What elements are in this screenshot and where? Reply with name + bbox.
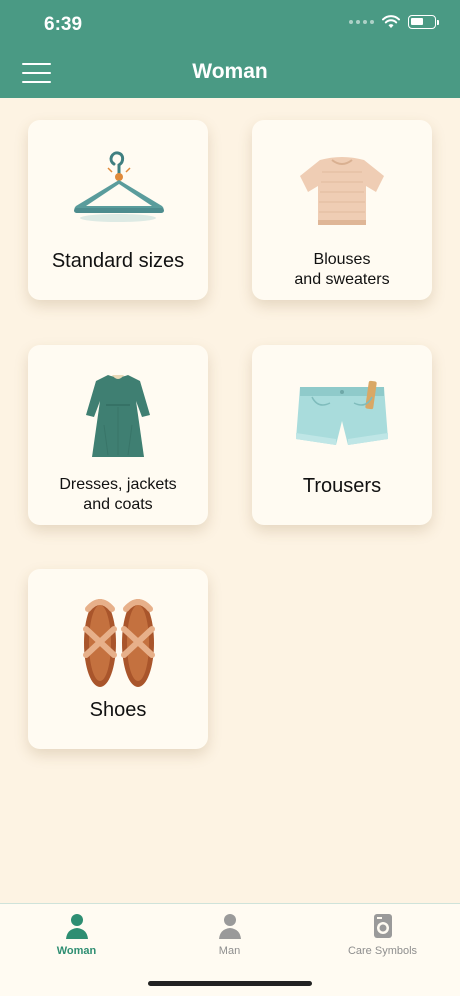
dress-icon (86, 375, 150, 457)
page-title: Woman (192, 60, 268, 83)
wifi-icon (382, 15, 400, 28)
category-label: Blouses and sweaters (294, 251, 390, 288)
washing-machine-icon (373, 914, 392, 938)
tab-man[interactable]: Man (153, 912, 306, 972)
cellular-signal-icon (349, 20, 374, 24)
status-icons (349, 15, 439, 29)
tab-care-symbols[interactable]: Care Symbols (306, 912, 459, 972)
category-card-standard-sizes[interactable]: Standard sizes (28, 120, 208, 300)
shorts-icon (296, 380, 388, 445)
category-label: Dresses, jackets and coats (59, 476, 177, 513)
category-label: Shoes (89, 699, 147, 721)
man-icon (218, 914, 241, 939)
woman-icon (65, 914, 88, 939)
home-indicator[interactable] (148, 981, 312, 986)
hanger-icon (74, 151, 164, 222)
category-card-dresses-jackets-coats[interactable]: Dresses, jackets and coats (28, 345, 208, 525)
category-label: Standard sizes (51, 250, 185, 272)
app-header: 6:39 Woman (0, 0, 460, 98)
category-card-trousers[interactable]: Trousers (252, 345, 432, 525)
sweater-icon (300, 157, 384, 225)
category-card-shoes[interactable]: Shoes (28, 569, 208, 749)
battery-icon (408, 15, 439, 29)
category-card-blouses-and-sweaters[interactable]: Blouses and sweaters (252, 120, 432, 300)
status-time: 6:39 (44, 14, 83, 35)
tab-woman[interactable]: Woman (0, 912, 153, 972)
category-label: Trousers (302, 475, 382, 497)
sandals-icon (83, 599, 155, 687)
